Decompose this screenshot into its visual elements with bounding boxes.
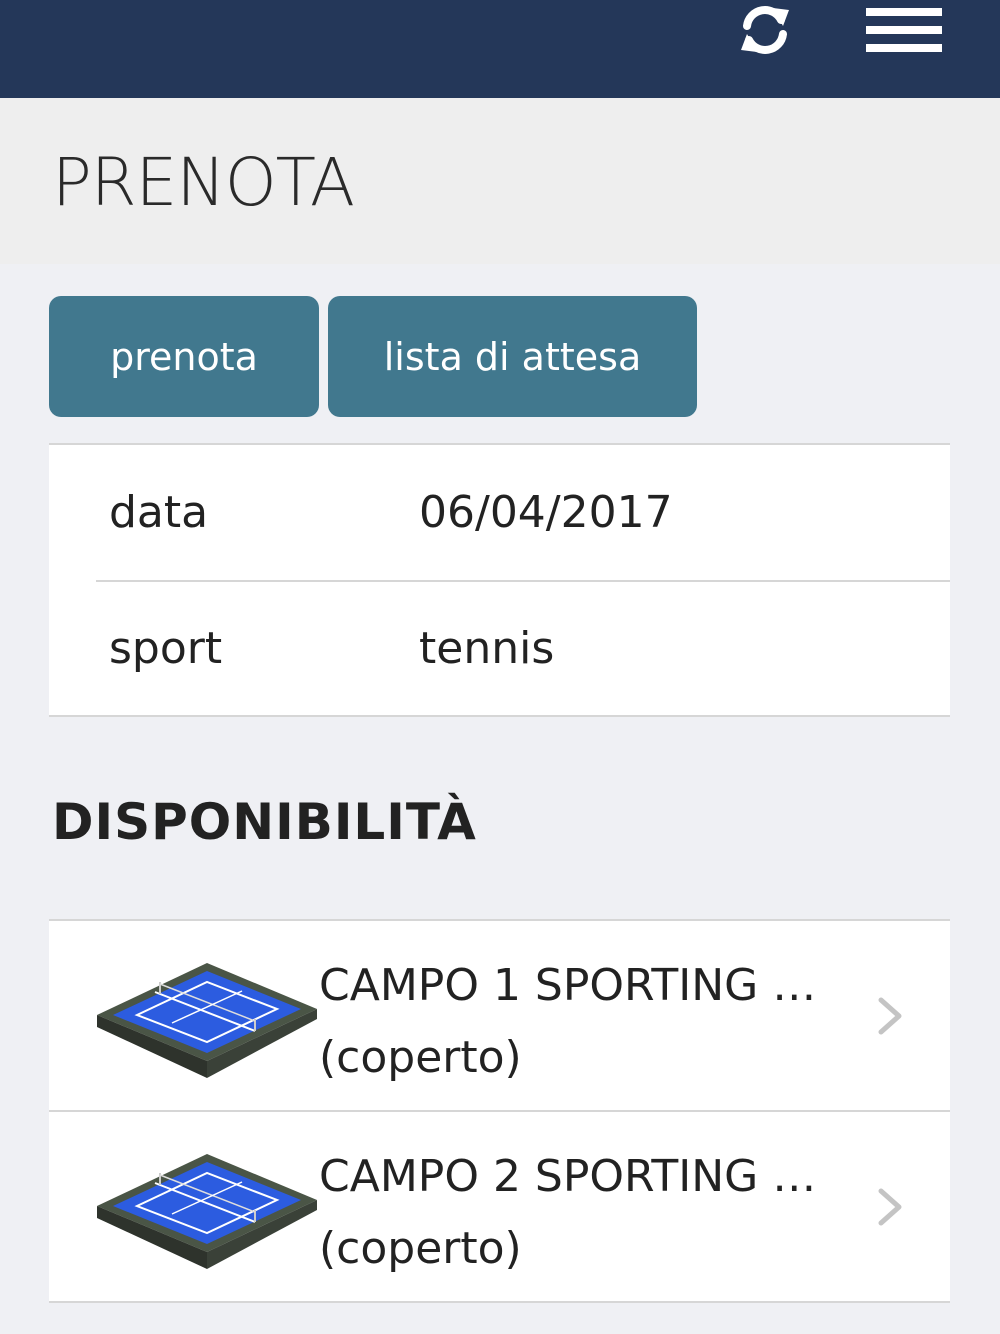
- top-app-bar: [0, 0, 1000, 98]
- date-row[interactable]: data 06/04/2017: [49, 445, 950, 581]
- hamburger-menu-icon: [866, 8, 942, 52]
- tab-lista-di-attesa[interactable]: lista di attesa: [328, 296, 697, 417]
- availability-title: DISPONIBILITÀ: [52, 793, 477, 851]
- tennis-court-icon: [97, 1154, 317, 1269]
- tab-prenota[interactable]: prenota: [49, 296, 319, 417]
- court-list: CAMPO 1 SPORTING … (coperto) CAMPO 2 SPO…: [49, 919, 950, 1303]
- booking-info-card: data 06/04/2017 sport tennis: [49, 443, 950, 717]
- menu-button[interactable]: [862, 0, 946, 60]
- refresh-button[interactable]: [735, 0, 795, 60]
- court-subtitle: (coperto): [319, 1032, 522, 1083]
- list-item[interactable]: CAMPO 2 SPORTING … (coperto): [49, 1112, 950, 1303]
- sport-row[interactable]: sport tennis: [49, 581, 950, 717]
- court-name: CAMPO 2 SPORTING …: [319, 1151, 817, 1202]
- sport-label: sport: [109, 623, 223, 674]
- list-item[interactable]: CAMPO 1 SPORTING … (coperto): [49, 921, 950, 1112]
- date-label: data: [109, 487, 209, 538]
- sport-value[interactable]: tennis: [419, 581, 554, 717]
- chevron-right-icon: [878, 1188, 902, 1226]
- page-title: PRENOTA: [52, 144, 355, 221]
- date-value[interactable]: 06/04/2017: [419, 445, 673, 581]
- court-name: CAMPO 1 SPORTING …: [319, 960, 817, 1011]
- chevron-right-icon: [878, 997, 902, 1035]
- refresh-icon: [741, 6, 789, 54]
- court-subtitle: (coperto): [319, 1223, 522, 1274]
- tennis-court-icon: [97, 963, 317, 1078]
